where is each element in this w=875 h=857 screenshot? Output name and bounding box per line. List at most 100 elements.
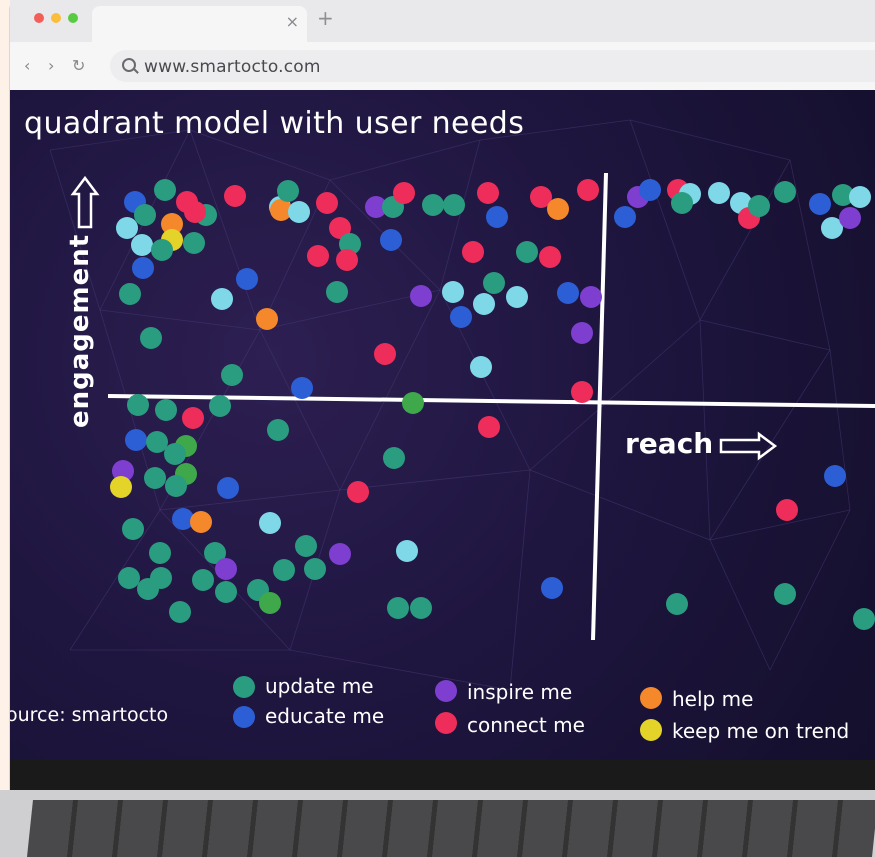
data-point-update-me [169, 601, 191, 623]
data-point-update-me [183, 232, 205, 254]
network-line [509, 469, 531, 691]
data-point-connect-me [347, 481, 369, 503]
data-point-update-me [144, 467, 166, 489]
data-point-keep-me-on-trend [110, 476, 132, 498]
data-point-update-me [666, 593, 688, 615]
minimize-window-dot[interactable] [51, 13, 61, 23]
data-point-connect-me [336, 249, 358, 271]
keyboard [27, 800, 875, 857]
legend-swatch-update-me [233, 676, 255, 698]
data-point-update-me [146, 431, 168, 453]
chart-svg [49, 119, 875, 691]
data-point-connect-me [374, 343, 396, 365]
data-point-update-me [209, 395, 231, 417]
data-point-light-blue [506, 286, 528, 308]
data-point-light-blue [470, 356, 492, 378]
legend-label-keep-me-on-trend: keep me on trend [672, 719, 850, 743]
data-point-green [259, 592, 281, 614]
legend-label-inspire-me: inspire me [467, 680, 573, 704]
new-tab-icon[interactable]: + [317, 6, 334, 30]
network-line [789, 159, 831, 351]
browser-tab[interactable]: × [92, 6, 307, 42]
network-line [709, 349, 831, 541]
data-point-update-me [277, 180, 299, 202]
data-point-connect-me [776, 499, 798, 521]
data-point-educate-me [614, 206, 636, 228]
legend-label-update-me: update me [265, 674, 374, 698]
data-point-educate-me [450, 306, 472, 328]
close-window-dot[interactable] [34, 13, 44, 23]
data-point-inspire-me [580, 286, 602, 308]
data-point-update-me [774, 181, 796, 203]
up-arrow-icon [70, 175, 100, 229]
data-point-connect-me [577, 179, 599, 201]
data-point-educate-me [809, 193, 831, 215]
data-point-light-blue [288, 201, 310, 223]
url-text: www.smartocto.com [144, 57, 321, 77]
search-icon [122, 58, 136, 72]
data-point-update-me [221, 364, 243, 386]
data-point-connect-me [462, 241, 484, 263]
data-point-update-me [387, 597, 409, 619]
data-point-update-me [304, 558, 326, 580]
data-point-connect-me [307, 245, 329, 267]
data-point-connect-me [478, 416, 500, 438]
vertical-axis-line [591, 172, 608, 641]
data-point-educate-me [380, 229, 402, 251]
y-axis-label: engagement [65, 233, 95, 428]
maximize-window-dot[interactable] [68, 13, 78, 23]
data-point-update-me [273, 559, 295, 581]
data-point-help-me [190, 511, 212, 533]
data-point-inspire-me [410, 285, 432, 307]
data-point-update-me [295, 535, 317, 557]
legend-swatch-connect-me [435, 712, 457, 734]
x-axis-label: reach [625, 427, 714, 460]
data-point-educate-me [486, 206, 508, 228]
data-point-update-me [192, 569, 214, 591]
legend-label-help-me: help me [672, 687, 754, 711]
address-bar-area: ‹ › ↻ www.smartocto.com [10, 42, 875, 91]
network-line [439, 139, 481, 291]
data-point-update-me [774, 583, 796, 605]
data-point-update-me [119, 283, 141, 305]
network-line [709, 539, 771, 671]
data-point-connect-me [182, 407, 204, 429]
data-point-help-me [256, 308, 278, 330]
data-point-light-blue [116, 217, 138, 239]
reload-icon[interactable]: ↻ [72, 56, 85, 75]
chart-screen: quadrant model with user needs engagemen… [10, 90, 875, 760]
network-line [99, 309, 261, 331]
legend-label-connect-me: connect me [467, 713, 585, 737]
data-point-light-blue [473, 293, 495, 315]
data-point-light-blue [442, 281, 464, 303]
data-point-connect-me [316, 192, 338, 214]
legend-swatch-help-me [640, 687, 662, 709]
network-line [629, 119, 701, 321]
back-icon[interactable]: ‹ [24, 56, 30, 75]
data-point-update-me [748, 195, 770, 217]
data-point-update-me [134, 204, 156, 226]
data-point-update-me [140, 327, 162, 349]
data-point-educate-me [291, 377, 313, 399]
data-point-connect-me [184, 201, 206, 223]
data-point-inspire-me [215, 558, 237, 580]
forward-icon[interactable]: › [48, 56, 54, 75]
close-tab-icon[interactable]: × [286, 12, 299, 31]
data-point-educate-me [557, 282, 579, 304]
data-point-inspire-me [329, 543, 351, 565]
data-point-educate-me [217, 477, 239, 499]
data-point-update-me [155, 399, 177, 421]
network-line [339, 469, 531, 491]
data-point-update-me [215, 581, 237, 603]
data-point-connect-me [571, 381, 593, 403]
data-point-light-blue [131, 234, 153, 256]
url-field[interactable]: www.smartocto.com [110, 50, 875, 82]
data-point-update-me [326, 281, 348, 303]
data-point-educate-me [132, 257, 154, 279]
data-point-update-me [267, 419, 289, 441]
network-line [329, 139, 481, 181]
data-point-update-me [164, 443, 186, 465]
data-point-educate-me [125, 429, 147, 451]
data-point-update-me [149, 542, 171, 564]
data-point-update-me [516, 241, 538, 263]
